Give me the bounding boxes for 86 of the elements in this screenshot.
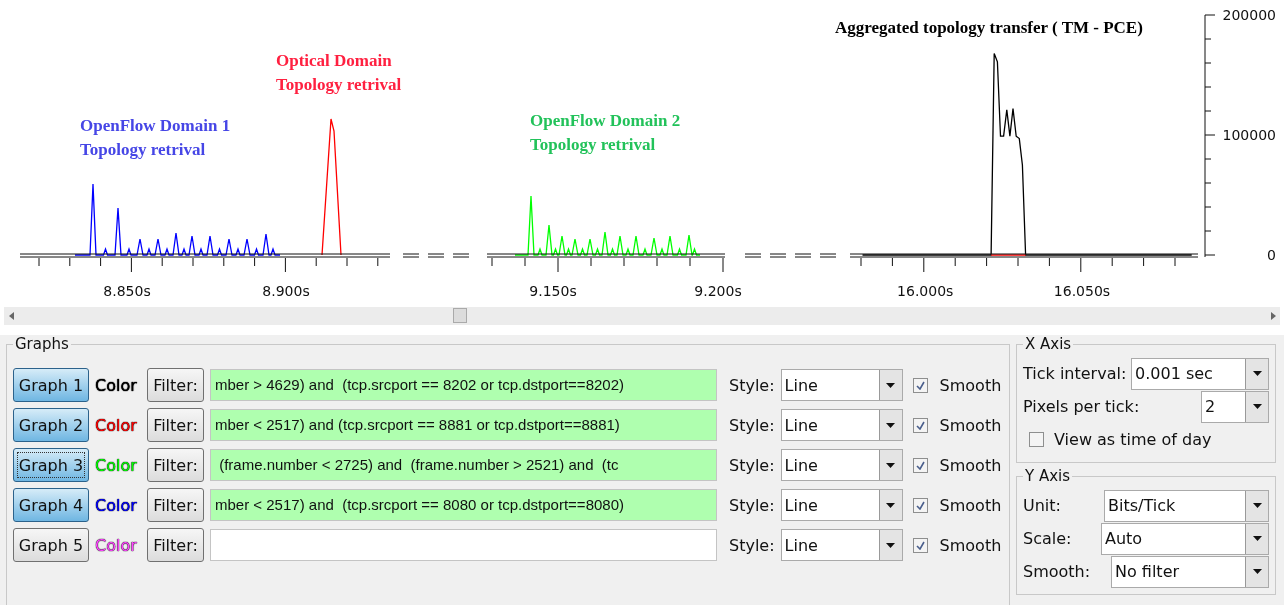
panel-title: Y Axis [1024,467,1072,485]
style-label: Style: [729,415,775,435]
dropdown-arrow-icon [886,542,896,548]
checkmark-icon [915,420,925,430]
graph-toggle-button[interactable]: Graph 5 [13,528,89,562]
smooth-label: Smooth: [1023,562,1091,581]
time-of-day-label: View as time of day [1054,430,1212,449]
dropdown-arrow-icon [1252,371,1262,376]
y-tick-label: 100000 [1222,127,1276,143]
annotation-label: Optical Domain Topology retrival [276,51,402,94]
filter-button[interactable]: Filter: [147,528,204,562]
tick-interval-label: Tick interval: [1023,364,1127,383]
scale-label: Scale: [1023,529,1072,548]
checkmark-icon [915,380,925,390]
smooth-dropdown[interactable]: No filter [1111,555,1269,588]
checkbox[interactable] [912,417,928,433]
dropdown-arrow-icon [1252,404,1262,409]
smooth-label: Smooth [939,375,1002,395]
checkbox[interactable] [912,497,928,513]
dropdown-arrow-icon [886,382,896,388]
dropdown-arrow-icon [886,462,896,468]
x-tick-label: 8.900s [262,283,310,299]
panel-title: Graphs [14,335,70,353]
unit-label: Unit: [1023,496,1061,515]
scale-dropdown[interactable]: Auto [1101,522,1269,555]
x-tick-label: 9.150s [529,283,577,299]
x-tick-label: 8.850s [103,283,151,299]
filter-field[interactable] [210,529,717,561]
style-label: Style: [729,535,775,555]
checkbox[interactable] [912,537,928,553]
y-tick-label: 200000 [1222,7,1276,23]
annotation-label: OpenFlow Domain 2 Topology retrival [530,111,681,154]
unit-dropdown[interactable]: Bits/Tick [1104,489,1269,522]
scrollbar-thumb[interactable] [453,308,467,323]
panel-title: X Axis [1024,335,1073,353]
annotation-label: Aggregated topology transfer ( TM - PCE) [835,18,1143,37]
style-dropdown[interactable]: Line [780,409,903,441]
checkbox[interactable] [912,377,928,393]
filter-field[interactable]: (frame.number < 2725) and (frame.number > 2521) and (tc [210,449,717,481]
filter-field[interactable]: mber < 2517) and (tcp.srcport == 8080 or tcp.dstport==8080) [210,489,717,521]
filter-field[interactable]: mber < 2517) and (tcp.srcport == 8881 or tcp.dstport==8881) [210,409,717,441]
horizontal-scrollbar[interactable] [4,307,1280,325]
axis-break [402,253,471,258]
smooth-label: Smooth [939,415,1002,435]
color-label[interactable]: Color [95,495,141,515]
filter-field[interactable]: mber > 4629) and (tcp.srcport == 8202 or tcp.dstport==8202) [210,369,717,401]
style-dropdown[interactable]: Line [780,449,903,481]
dropdown-arrow-icon [886,502,896,508]
y-tick-label: 0 [1267,247,1276,263]
filter-button[interactable]: Filter: [147,448,204,482]
filter-button[interactable]: Filter: [147,408,204,442]
smooth-label: Smooth [939,495,1002,515]
color-label[interactable]: Color [95,375,141,395]
dropdown-arrow-icon [886,422,896,428]
style-dropdown[interactable]: Line [780,529,903,561]
smooth-label: Smooth [939,455,1002,475]
dropdown-arrow-icon [1252,536,1262,541]
style-dropdown[interactable]: Line [780,369,903,401]
checkbox[interactable] [1029,432,1044,447]
annotation-label: OpenFlow Domain 1 Topology retrival [80,116,231,159]
checkmark-icon [915,500,925,510]
dropdown-arrow-icon [1252,569,1262,574]
scroll-left-icon[interactable] [8,312,14,320]
graph-toggle-button[interactable]: Graph 4 [13,488,89,522]
checkmark-icon [915,540,925,550]
scroll-right-icon[interactable] [1270,312,1276,320]
x-tick-label: 9.200s [694,283,742,299]
x-tick-label: 16.000s [897,283,954,299]
graph-toggle-button[interactable]: Graph 2 [13,408,89,442]
filter-button[interactable]: Filter: [147,368,204,402]
checkmark-icon [915,460,925,470]
filter-button[interactable]: Filter: [147,488,204,522]
style-dropdown[interactable]: Line [780,489,903,521]
smooth-label: Smooth [939,535,1002,555]
pixels-per-tick-dropdown[interactable]: 2 [1201,390,1269,423]
style-label: Style: [729,455,775,475]
dropdown-arrow-icon [1252,503,1262,508]
x-tick-label: 16.050s [1053,283,1111,299]
checkbox[interactable] [912,457,928,473]
graph-toggle-button[interactable]: Graph 1 [13,368,89,402]
tick-interval-dropdown[interactable]: 0.001 sec [1131,357,1269,390]
pixels-per-tick-label: Pixels per tick: [1023,397,1140,416]
color-label[interactable]: Color [95,415,141,435]
graph-toggle-button[interactable]: Graph 3 [13,448,89,482]
style-label: Style: [729,375,775,395]
style-label: Style: [729,495,775,515]
